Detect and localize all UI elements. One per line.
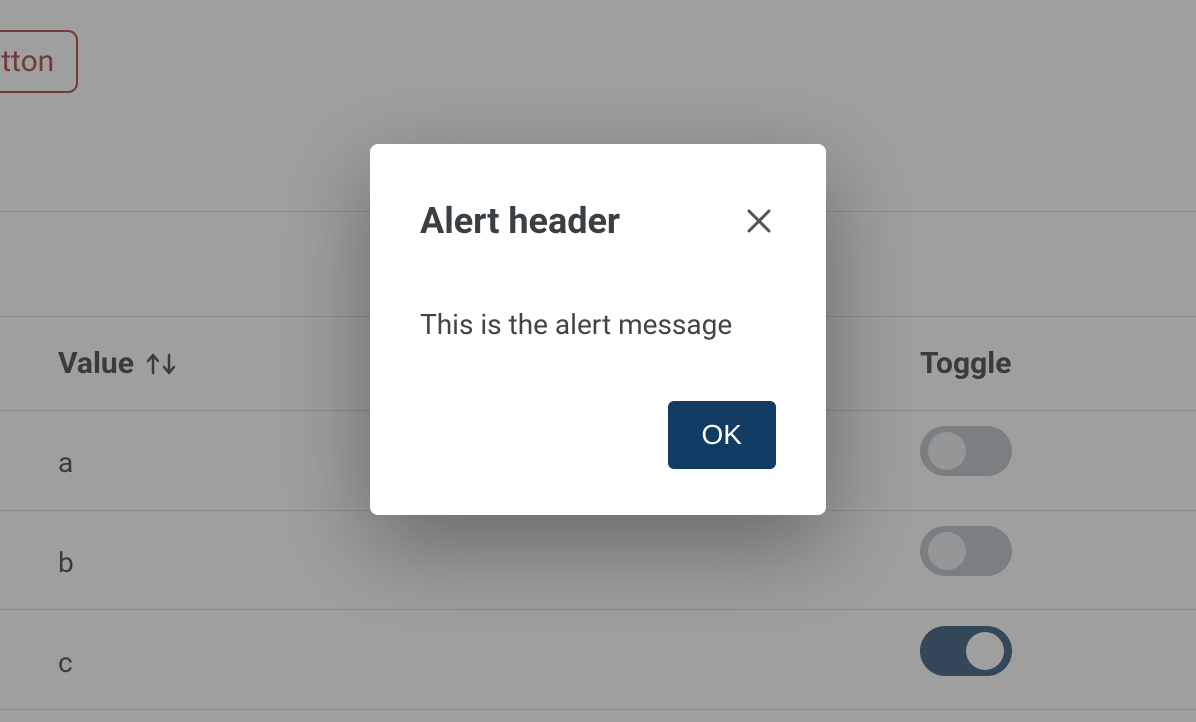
dialog-header: Alert header bbox=[420, 200, 776, 242]
modal-overlay[interactable]: Alert header This is the alert message O… bbox=[0, 0, 1196, 722]
dialog-footer: OK bbox=[420, 401, 776, 469]
alert-dialog: Alert header This is the alert message O… bbox=[370, 144, 826, 515]
close-icon bbox=[745, 207, 773, 235]
close-button[interactable] bbox=[742, 204, 776, 238]
dialog-title: Alert header bbox=[420, 200, 620, 242]
ok-button[interactable]: OK bbox=[668, 401, 776, 469]
dialog-message: This is the alert message bbox=[420, 308, 776, 341]
